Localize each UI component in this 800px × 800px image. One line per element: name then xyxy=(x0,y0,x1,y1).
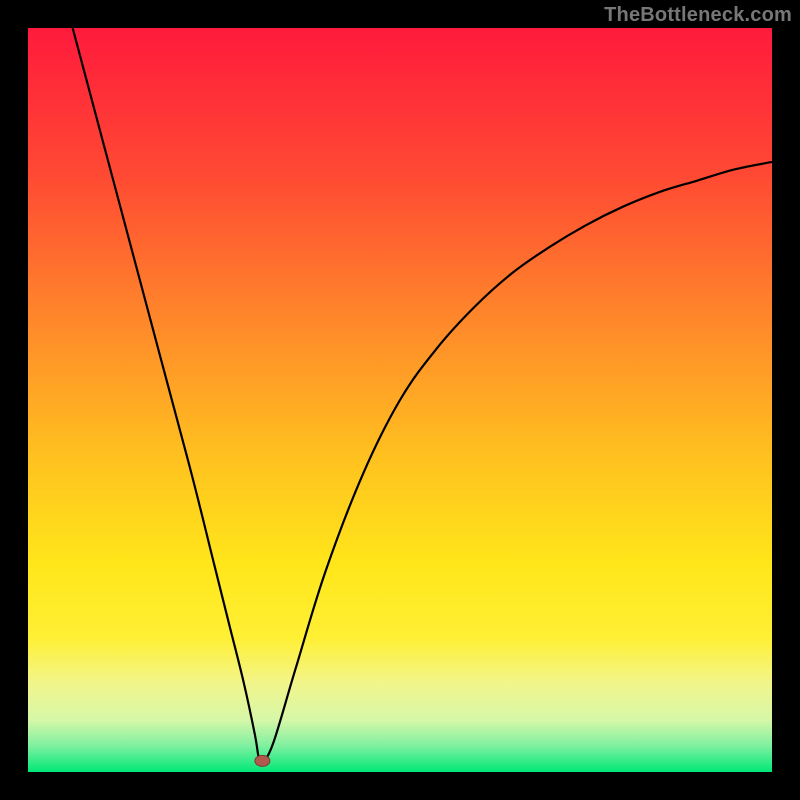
optimal-point-marker xyxy=(255,755,270,766)
plot-area xyxy=(28,28,772,772)
chart-frame: TheBottleneck.com xyxy=(0,0,800,800)
chart-svg xyxy=(28,28,772,772)
watermark-text: TheBottleneck.com xyxy=(604,4,792,27)
